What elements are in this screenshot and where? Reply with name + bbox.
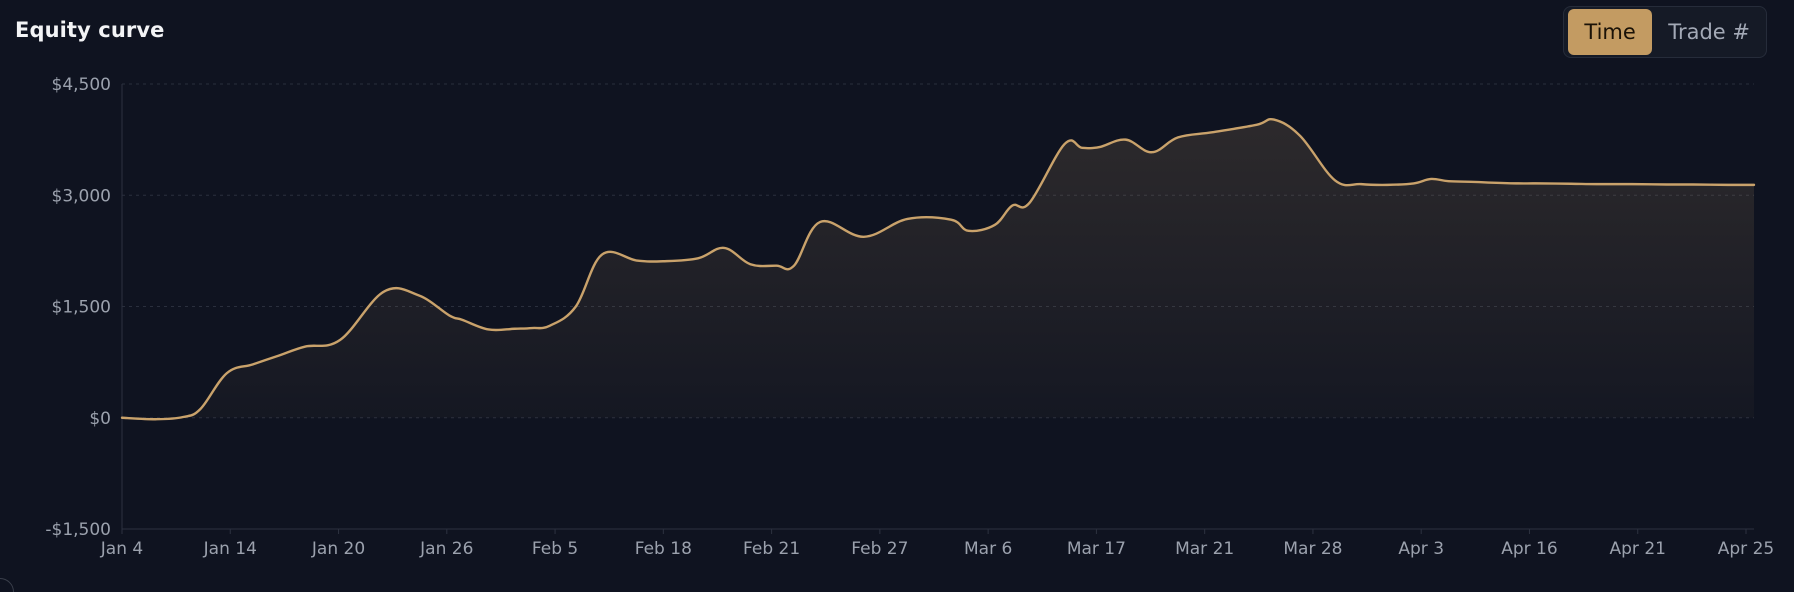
x-tick-label: Mar 28 xyxy=(1283,539,1342,559)
equity-curve-panel: $4,500 $3,000 $1,500 $0 -$1,500 Jan 4 Jan 14 J… xyxy=(0,0,1794,592)
trade-number-mode-button[interactable]: Trade # xyxy=(1656,9,1762,55)
x-axis-mode-toggle: Time Trade # xyxy=(1563,6,1767,58)
x-tick-label: Jan 4 xyxy=(100,539,143,559)
equity-curve-chart: $4,500$3,000$1,500$0-$1,500 Jan 4 Jan 14 J… xyxy=(45,75,1774,559)
x-tick-label: Mar 17 xyxy=(1067,539,1126,559)
y-tick-label: $0 xyxy=(89,409,111,429)
x-tick-label: Apr 16 xyxy=(1501,539,1557,559)
y-axis-ticks: $4,500 $3,000 $1,500 $0 -$1,500 xyxy=(45,75,111,540)
x-tick-label: Mar 21 xyxy=(1175,539,1234,559)
time-mode-button[interactable]: Time xyxy=(1568,9,1653,55)
x-tick-label: Feb 27 xyxy=(851,539,908,559)
y-tick-label: $4,500 xyxy=(52,75,111,95)
y-tick-label: -$1,500 xyxy=(45,520,111,540)
x-tick-label: Mar 6 xyxy=(964,539,1012,559)
chart-header: Equity curve Time Trade # xyxy=(0,0,1794,66)
x-tick-label: Jan 20 xyxy=(311,539,365,559)
x-tick-label: Apr 25 xyxy=(1718,539,1774,559)
x-tick-label: Feb 5 xyxy=(532,539,578,559)
x-axis-ticks: Jan 4 Jan 14 Jan 20 Jan 26 Feb 5 Feb 18 Feb 21… xyxy=(100,529,1774,559)
x-tick-label: Jan 14 xyxy=(203,539,257,559)
chart-title: Equity curve xyxy=(15,18,165,42)
x-tick-label: Feb 18 xyxy=(635,539,692,559)
equity-area xyxy=(122,119,1754,420)
equity-area-fill xyxy=(122,119,1754,420)
y-tick-label: $3,000 xyxy=(52,186,111,206)
x-tick-label: Apr 21 xyxy=(1610,539,1666,559)
x-tick-label: Jan 26 xyxy=(419,539,473,559)
y-tick-label: $1,500 xyxy=(52,298,111,318)
x-tick-label: Apr 3 xyxy=(1398,539,1444,559)
x-tick-label: Feb 21 xyxy=(743,539,800,559)
